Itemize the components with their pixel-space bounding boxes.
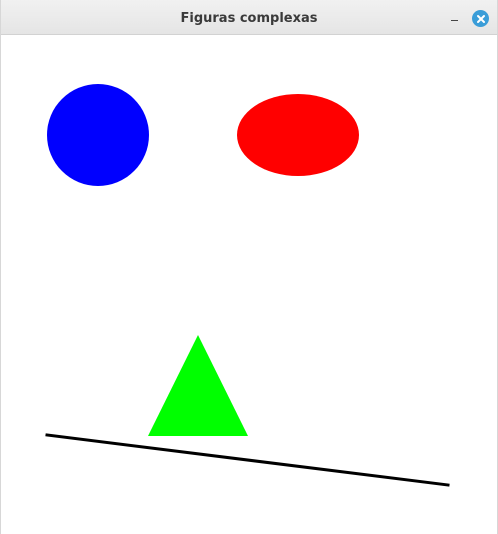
minimize-button[interactable] — [444, 8, 464, 28]
drawing-canvas — [1, 35, 497, 534]
close-icon — [476, 14, 485, 23]
red-ellipse — [237, 94, 359, 176]
title-bar[interactable]: Figuras complexas — [1, 0, 497, 35]
close-button[interactable] — [472, 10, 489, 27]
app-window: Figuras complexas — [0, 0, 498, 534]
minimize-icon — [450, 20, 458, 21]
window-title: Figuras complexas — [180, 11, 318, 26]
shapes-drawing — [1, 35, 497, 534]
blue-circle — [47, 84, 149, 186]
